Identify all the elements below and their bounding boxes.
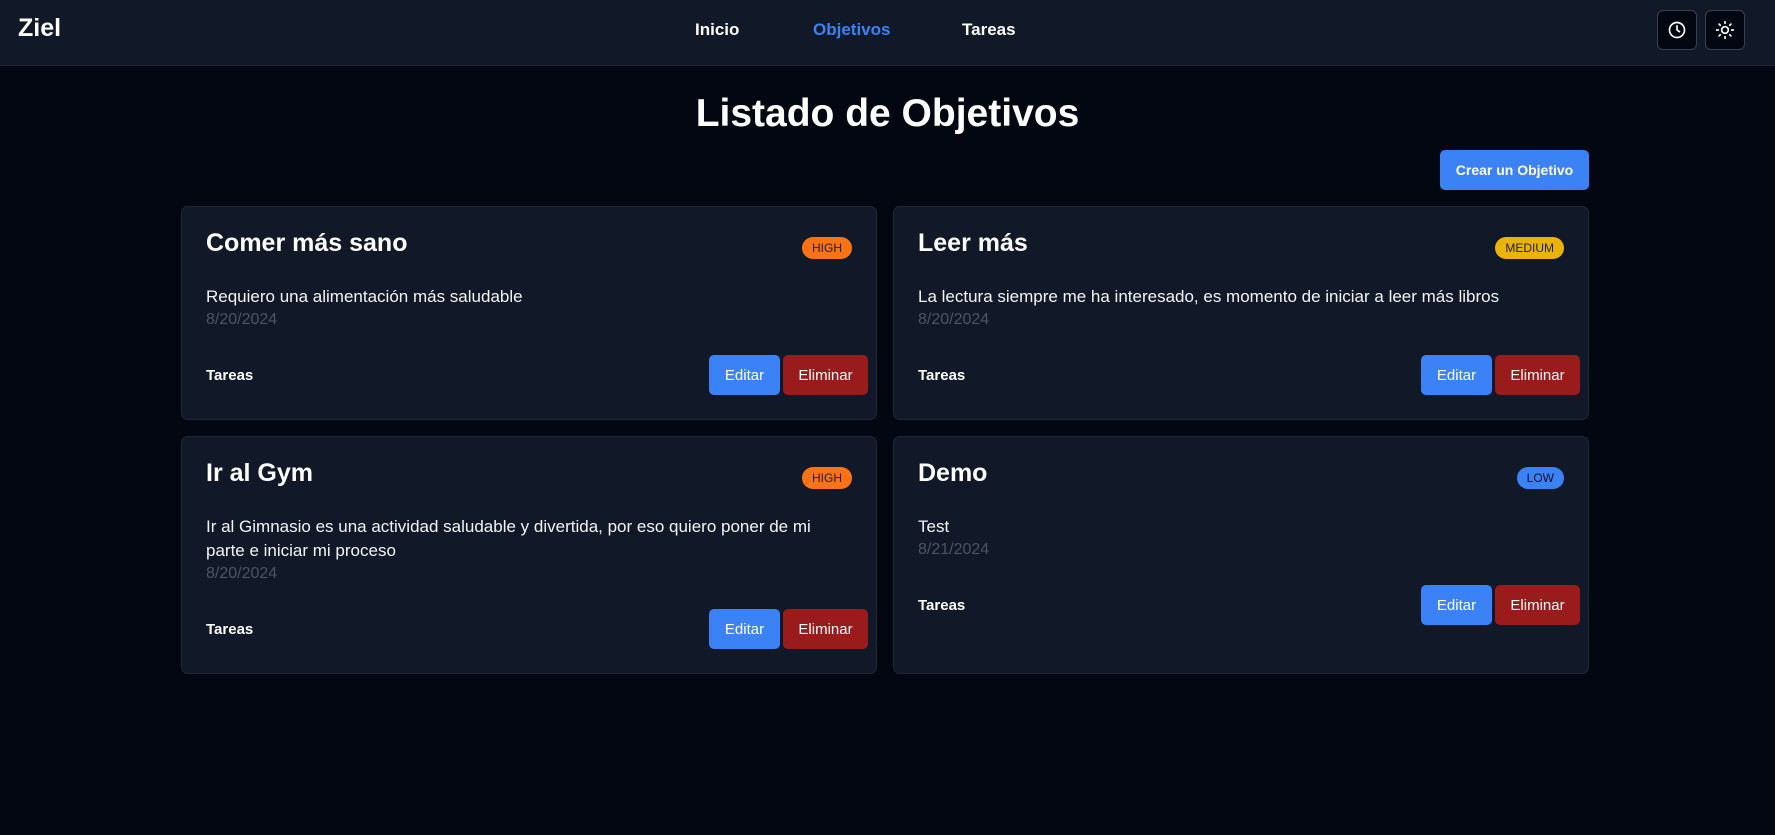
top-navbar: Ziel Inicio Objetivos Tareas: [0, 0, 1775, 66]
goal-tasks-link[interactable]: Tareas: [206, 621, 253, 638]
create-goal-button[interactable]: Crear un Objetivo: [1440, 150, 1589, 190]
nav-link-inicio[interactable]: Inicio: [695, 20, 739, 40]
history-button[interactable]: [1657, 10, 1697, 50]
goal-title: Leer más: [918, 229, 1028, 257]
goal-date: 8/21/2024: [918, 541, 990, 558]
goal-tasks-link[interactable]: Tareas: [206, 367, 253, 384]
sun-icon: [1715, 20, 1735, 40]
priority-badge: HIGH: [802, 237, 852, 259]
goal-tasks-link[interactable]: Tareas: [918, 367, 965, 384]
goal-title: Comer más sano: [206, 229, 408, 257]
edit-button[interactable]: Editar: [709, 609, 780, 649]
goal-title: Demo: [918, 459, 988, 487]
goal-date: 8/20/2024: [206, 311, 278, 328]
priority-badge: MEDIUM: [1495, 237, 1564, 259]
goal-card: Demo LOW Test 8/21/2024 Tareas Editar El…: [893, 436, 1589, 674]
delete-button[interactable]: Eliminar: [1495, 355, 1580, 395]
goal-card: Leer más MEDIUM La lectura siempre me ha…: [893, 206, 1589, 420]
theme-toggle-button[interactable]: [1705, 10, 1745, 50]
goal-description: Requiero una alimentación más saludable: [206, 287, 523, 306]
goal-tasks-link[interactable]: Tareas: [918, 597, 965, 614]
priority-badge: LOW: [1516, 467, 1564, 489]
edit-button[interactable]: Editar: [1421, 585, 1492, 625]
goal-date: 8/20/2024: [206, 565, 278, 582]
nav-link-tareas[interactable]: Tareas: [962, 20, 1016, 40]
goal-card: Comer más sano HIGH Requiero una aliment…: [181, 206, 877, 420]
goal-card: Ir al Gym HIGH Ir al Gimnasio es una act…: [181, 436, 877, 674]
goal-description: La lectura siempre me ha interesado, es …: [918, 287, 1500, 306]
goal-description: Test: [918, 517, 950, 536]
delete-button[interactable]: Eliminar: [1495, 585, 1580, 625]
goal-date: 8/20/2024: [918, 311, 990, 328]
clock-icon: [1668, 21, 1686, 39]
nav-link-objetivos[interactable]: Objetivos: [813, 20, 890, 40]
page-title: Listado de Objetivos: [695, 92, 1080, 135]
delete-button[interactable]: Eliminar: [783, 609, 868, 649]
goal-title: Ir al Gym: [206, 459, 313, 487]
priority-badge: HIGH: [802, 467, 852, 489]
main-nav: Inicio Objetivos Tareas: [0, 20, 1775, 42]
edit-button[interactable]: Editar: [1421, 355, 1492, 395]
delete-button[interactable]: Eliminar: [783, 355, 868, 395]
edit-button[interactable]: Editar: [709, 355, 780, 395]
goal-description: Ir al Gimnasio es una actividad saludabl…: [206, 517, 811, 560]
